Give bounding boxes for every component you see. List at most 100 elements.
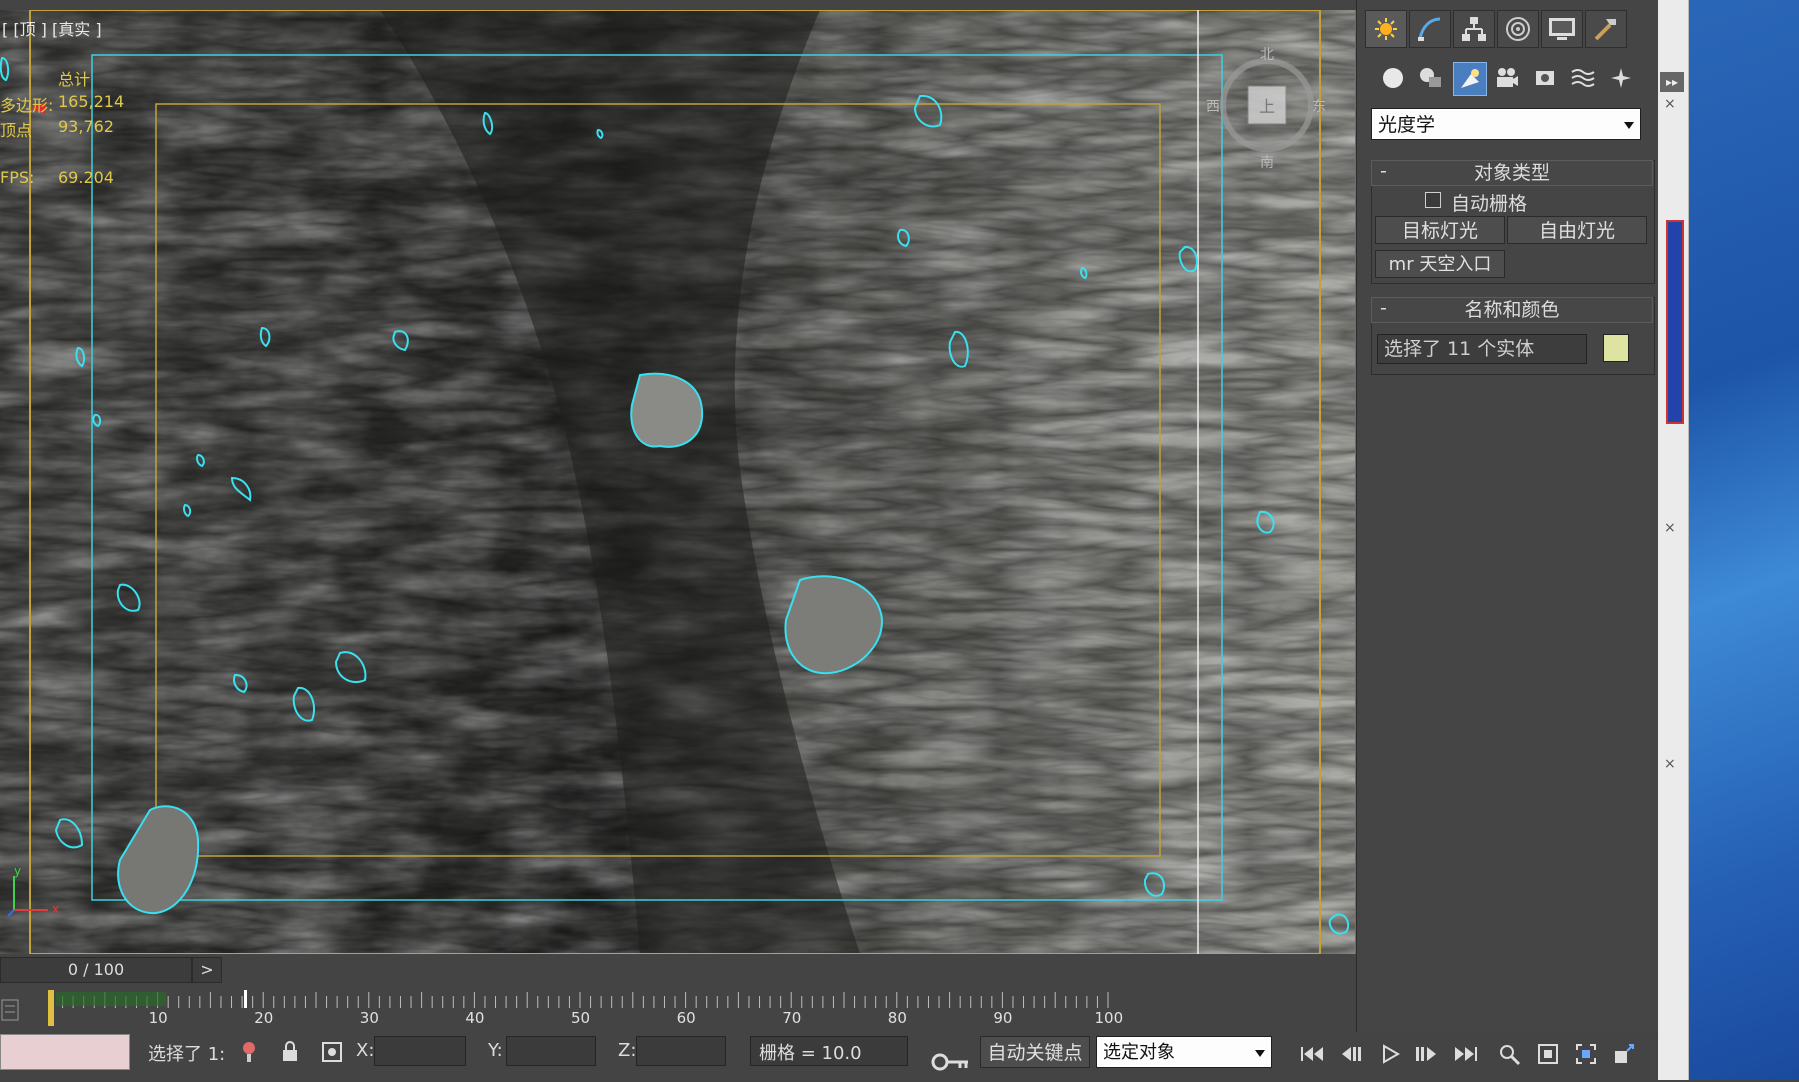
prev-frame-button[interactable] bbox=[1336, 1040, 1368, 1068]
viewcube-west[interactable]: 西 bbox=[1206, 96, 1220, 116]
lights-subtab[interactable] bbox=[1453, 62, 1487, 96]
listener-icon bbox=[1, 999, 19, 1021]
x-coordinate-field[interactable] bbox=[374, 1036, 466, 1066]
auto-key-button[interactable]: 自动关键点 bbox=[980, 1036, 1090, 1068]
motion-tab[interactable] bbox=[1497, 10, 1539, 48]
cameras-icon bbox=[1497, 68, 1518, 87]
autogrid-checkbox[interactable] bbox=[1425, 192, 1441, 208]
stats-fps-label: FPS: bbox=[0, 168, 35, 187]
object-type-header[interactable]: - 对象类型 bbox=[1371, 160, 1653, 186]
time-slider-next-button[interactable]: > bbox=[192, 957, 222, 983]
maxscript-listener[interactable] bbox=[0, 1034, 130, 1070]
viewcube-south[interactable]: 南 bbox=[1260, 152, 1274, 172]
key-icon bbox=[931, 1053, 968, 1071]
motion-icon bbox=[1506, 17, 1530, 41]
play-button[interactable] bbox=[1374, 1040, 1406, 1068]
shapes-subtab[interactable] bbox=[1415, 62, 1447, 94]
expand-icon[interactable]: ▸▸ bbox=[1660, 72, 1684, 92]
close-icon[interactable]: × bbox=[1664, 96, 1678, 112]
hierarchy-icon bbox=[1462, 17, 1486, 41]
grid-size-display: 栅格 = 10.0 bbox=[750, 1036, 908, 1066]
close-icon[interactable]: × bbox=[1664, 520, 1678, 536]
chevron-down-icon bbox=[1255, 1050, 1265, 1057]
name-color-title: 名称和颜色 bbox=[1464, 299, 1560, 321]
next-frame-button[interactable] bbox=[1410, 1040, 1442, 1068]
goto-start-icon bbox=[1301, 1047, 1323, 1061]
spacewarps-subtab[interactable] bbox=[1567, 62, 1599, 94]
viewcube[interactable]: 北 南 东 西 上 bbox=[1206, 47, 1326, 171]
viewcube-face-top[interactable]: 上 bbox=[1259, 93, 1275, 117]
zoom-extents-all-button[interactable] bbox=[1570, 1040, 1602, 1068]
field-of-view-button[interactable] bbox=[1608, 1040, 1640, 1068]
y-coordinate-field[interactable] bbox=[506, 1036, 596, 1066]
mini-listener-icon[interactable] bbox=[0, 996, 22, 1024]
play-icon bbox=[1383, 1044, 1401, 1064]
z-label: Z: bbox=[618, 1040, 637, 1061]
category-dropdown[interactable]: 光度学 bbox=[1371, 108, 1641, 140]
target-light-button[interactable]: 目标灯光 bbox=[1375, 216, 1505, 244]
timeline-tick-label: 80 bbox=[887, 1009, 907, 1027]
prev-frame-icon bbox=[1342, 1047, 1361, 1061]
selection-lock-button[interactable] bbox=[280, 1040, 300, 1068]
shapes-icon bbox=[1420, 68, 1441, 87]
utilities-icon bbox=[1594, 19, 1616, 41]
set-key-button[interactable] bbox=[930, 1052, 972, 1082]
name-color-header[interactable]: - 名称和颜色 bbox=[1371, 297, 1653, 323]
create-tab[interactable] bbox=[1365, 10, 1407, 48]
close-icon[interactable]: × bbox=[1664, 756, 1678, 772]
mr-sky-portal-button[interactable]: mr 天空入口 bbox=[1375, 250, 1505, 278]
cameras-subtab[interactable] bbox=[1491, 62, 1523, 94]
systems-subtab[interactable] bbox=[1605, 62, 1637, 94]
display-tab[interactable] bbox=[1541, 10, 1583, 48]
display-icon bbox=[1549, 18, 1575, 40]
lock-icon bbox=[283, 1041, 297, 1061]
zoom-button[interactable] bbox=[1494, 1040, 1526, 1068]
command-panel: 光度学 - 对象类型 自动栅格 目标灯光 自由灯光 mr 天空入口 - 名称和颜… bbox=[1356, 0, 1659, 1080]
object-name-field[interactable]: 选择了 11 个实体 bbox=[1377, 334, 1587, 364]
viewport-label-prefix[interactable]: [ bbox=[2, 20, 8, 39]
time-slider-position: 0 / 100 bbox=[67, 960, 125, 979]
timeline-ruler[interactable] bbox=[48, 990, 1278, 1028]
stats-fps-value: 69.204 bbox=[58, 168, 114, 187]
viewport-view-name[interactable]: [顶 ] bbox=[13, 20, 47, 39]
geometry-icon bbox=[1383, 68, 1403, 88]
autogrid-label: 自动栅格 bbox=[1451, 193, 1528, 215]
hierarchy-tab[interactable] bbox=[1453, 10, 1495, 48]
zoom-extents-button[interactable] bbox=[1532, 1040, 1564, 1068]
time-slider[interactable]: 0 / 100 bbox=[0, 957, 192, 983]
key-filter-dropdown-value: 选定对象 bbox=[1103, 1042, 1175, 1063]
lights-icon bbox=[1461, 69, 1479, 88]
axis-x-label: x bbox=[52, 902, 60, 916]
viewcube-north[interactable]: 北 bbox=[1260, 44, 1274, 64]
viewcube-east[interactable]: 东 bbox=[1312, 96, 1326, 116]
stats-verts-label: 顶点 bbox=[0, 121, 33, 140]
spacewarps-icon bbox=[1571, 69, 1595, 87]
object-type-title: 对象类型 bbox=[1473, 162, 1550, 184]
geometry-subtab[interactable] bbox=[1377, 62, 1409, 94]
zoom-icon bbox=[1500, 1045, 1521, 1066]
blue-bar bbox=[1666, 220, 1684, 424]
viewport-label[interactable]: [ [顶 ] [真实 ] bbox=[2, 16, 102, 40]
timeline-tick-label: 40 bbox=[465, 1009, 485, 1027]
field-of-view-icon bbox=[1615, 1044, 1634, 1063]
z-coordinate-field[interactable] bbox=[636, 1036, 726, 1066]
helpers-subtab[interactable] bbox=[1529, 62, 1561, 94]
timeline-tick-label: 70 bbox=[782, 1009, 802, 1027]
key-filter-dropdown[interactable]: 选定对象 bbox=[1096, 1036, 1272, 1068]
viewport-top[interactable]: [ [顶 ] [真实 ] 总计 多边形: 165,214 顶点 93,762 F… bbox=[0, 10, 1356, 954]
modify-icon bbox=[1418, 17, 1441, 41]
stats-header: 总计 bbox=[58, 70, 91, 89]
absolute-mode-button[interactable] bbox=[320, 1040, 344, 1068]
terrain-render bbox=[0, 10, 1355, 954]
goto-end-button[interactable] bbox=[1450, 1040, 1482, 1068]
timeline-tick-label: 10 bbox=[148, 1009, 168, 1027]
goto-start-button[interactable] bbox=[1296, 1040, 1328, 1068]
object-color-swatch[interactable] bbox=[1603, 334, 1629, 362]
collapse-icon: - bbox=[1380, 297, 1387, 319]
isolate-selection-button[interactable] bbox=[240, 1040, 258, 1068]
modify-tab[interactable] bbox=[1409, 10, 1451, 48]
viewport-shading-mode[interactable]: [真实 ] bbox=[52, 20, 102, 39]
utilities-tab[interactable] bbox=[1585, 10, 1627, 48]
timeline-tick-label: 100 bbox=[1094, 1009, 1124, 1027]
free-light-button[interactable]: 自由灯光 bbox=[1507, 216, 1647, 244]
